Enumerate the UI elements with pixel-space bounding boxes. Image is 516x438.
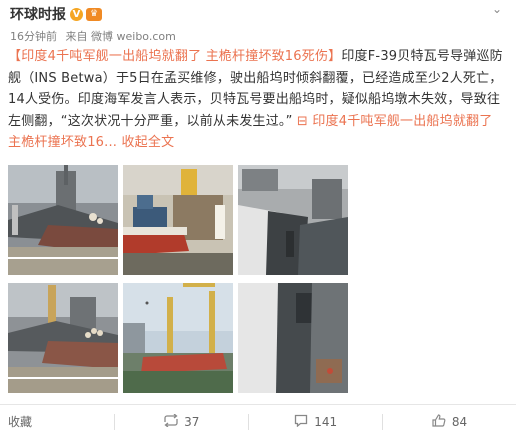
post-time[interactable]: 16分钟前	[10, 30, 57, 43]
image-crane-aerial[interactable]	[123, 283, 233, 393]
image-capsized-ship-hull[interactable]	[238, 165, 348, 275]
image-warship-crowd[interactable]	[8, 283, 118, 393]
action-bar: 收藏 37 141 84	[0, 404, 516, 438]
repost-count: 37	[184, 414, 200, 429]
like-button[interactable]: 84	[383, 405, 516, 438]
collapse-link[interactable]: 收起全文	[121, 135, 174, 150]
favorite-button[interactable]: 收藏	[0, 405, 114, 438]
post-text: 【印度4千吨军舰一出船坞就翻了 主桅杆撞坏致16死伤】印度F-39贝特瓦号导弹巡…	[8, 46, 508, 154]
repost-button[interactable]: 37	[115, 405, 248, 438]
author-name[interactable]: 环球时报	[10, 4, 66, 24]
comment-count: 141	[314, 414, 338, 429]
link-icon[interactable]: ⊟	[297, 114, 308, 129]
post-topic[interactable]: 【印度4千吨军舰一出船坞就翻了 主桅杆撞坏致16死伤】	[8, 49, 341, 64]
post-meta: 16分钟前 来自 微博 weibo.com	[10, 28, 181, 44]
repost-icon	[164, 412, 178, 430]
image-tugboat[interactable]	[123, 165, 233, 275]
favorite-label: 收藏	[8, 415, 33, 429]
verified-icon: V	[70, 7, 83, 21]
image-hull-side[interactable]	[238, 283, 348, 393]
like-count: 84	[451, 414, 468, 429]
chevron-down-icon[interactable]: ⌄	[492, 2, 502, 16]
member-icon: ♛	[86, 7, 102, 21]
post-source[interactable]: 来自 微博 weibo.com	[66, 30, 176, 43]
comment-button[interactable]: 141	[249, 405, 382, 438]
author-row: 环球时报 V ♛	[10, 4, 102, 24]
thumbs-up-icon	[432, 413, 446, 430]
image-docked-warship[interactable]	[8, 165, 118, 275]
image-grid	[8, 165, 348, 393]
comment-icon	[294, 414, 308, 430]
post-header: 环球时报 V ♛ ⌄ 16分钟前 来自 微博 weibo.com	[0, 0, 516, 44]
